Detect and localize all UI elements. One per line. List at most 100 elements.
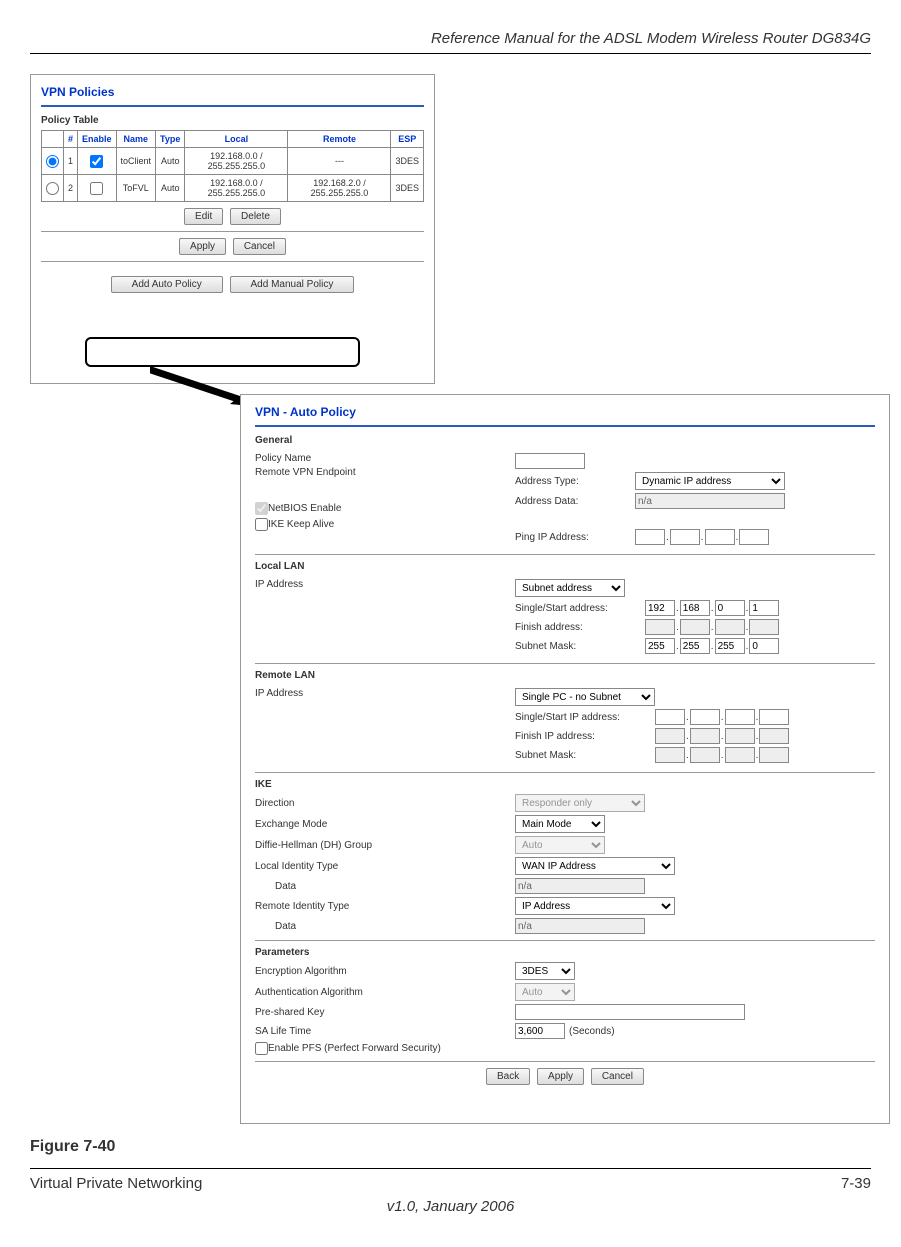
exchange-label: Exchange Mode [255, 819, 515, 830]
row-enable-checkbox[interactable] [90, 182, 103, 195]
ip-octet-input[interactable] [739, 529, 769, 545]
ip-octet-input[interactable] [725, 709, 755, 725]
ip-octet-input[interactable] [670, 529, 700, 545]
apply-button[interactable]: Apply [537, 1068, 584, 1085]
ip-octet-input[interactable] [725, 747, 755, 763]
ping-ip-group: ... [635, 529, 769, 545]
figure-caption: Figure 7-40 [30, 1138, 871, 1156]
pfs-checkbox[interactable] [255, 1042, 268, 1055]
remote-id-select[interactable]: IP Address [515, 897, 675, 915]
netbios-label: NetBIOS Enable [268, 503, 341, 514]
th-name: Name [116, 131, 156, 148]
psk-input[interactable] [515, 1004, 745, 1020]
cell-esp: 3DES [391, 148, 424, 175]
cancel-button[interactable]: Cancel [591, 1068, 644, 1085]
edit-button[interactable]: Edit [184, 208, 223, 225]
cell-local: 192.168.0.0 / 255.255.255.0 [185, 175, 288, 202]
dh-select[interactable]: Auto [515, 836, 605, 854]
ip-octet-input[interactable] [690, 728, 720, 744]
ip-octet-input[interactable] [725, 728, 755, 744]
divider [255, 554, 875, 555]
ip-octet-input[interactable] [655, 709, 685, 725]
params-head: Parameters [255, 947, 875, 958]
ike-keepalive-checkbox[interactable] [255, 518, 268, 531]
ip-octet-input[interactable] [645, 638, 675, 654]
ip-octet-input[interactable] [690, 747, 720, 763]
address-type-select[interactable]: Dynamic IP address [635, 472, 785, 490]
ip-octet-input[interactable] [759, 728, 789, 744]
ip-octet-input[interactable] [715, 638, 745, 654]
row-select-radio[interactable] [46, 155, 59, 168]
exchange-select[interactable]: Main Mode [515, 815, 605, 833]
remote-data-input[interactable] [515, 918, 645, 934]
remote-ip-label: IP Address [255, 688, 455, 699]
divider [255, 425, 875, 427]
th-num: # [64, 131, 78, 148]
ip-octet-input[interactable] [715, 600, 745, 616]
remote-ip-type-select[interactable]: Single PC - no Subnet [515, 688, 655, 706]
enc-select[interactable]: 3DES [515, 962, 575, 980]
row-enable-checkbox[interactable] [90, 155, 103, 168]
ip-octet-input[interactable] [680, 619, 710, 635]
cell-name: toClient [116, 148, 156, 175]
add-manual-policy-button[interactable]: Add Manual Policy [230, 276, 355, 293]
local-id-select[interactable]: WAN IP Address [515, 857, 675, 875]
ip-octet-input[interactable] [749, 619, 779, 635]
remote-data-label: Data [255, 921, 515, 932]
footer-version: v1.0, January 2006 [30, 1198, 871, 1215]
local-id-label: Local Identity Type [255, 861, 515, 872]
ip-octet-input[interactable] [705, 529, 735, 545]
th-enable: Enable [78, 131, 117, 148]
vpn-auto-title: VPN - Auto Policy [255, 405, 875, 419]
ip-octet-input[interactable] [759, 747, 789, 763]
local-finish-label: Finish address: [515, 622, 645, 633]
sa-input[interactable] [515, 1023, 565, 1039]
ip-octet-input[interactable] [645, 600, 675, 616]
apply-button[interactable]: Apply [179, 238, 226, 255]
policy-name-label: Policy Name [255, 453, 455, 464]
sa-label: SA Life Time [255, 1026, 515, 1037]
delete-button[interactable]: Delete [230, 208, 281, 225]
psk-label: Pre-shared Key [255, 1007, 515, 1018]
local-ip-type-select[interactable]: Subnet address [515, 579, 625, 597]
th-esp: ESP [391, 131, 424, 148]
auth-select[interactable]: Auto [515, 983, 575, 1001]
th-select [42, 131, 64, 148]
ip-octet-input[interactable] [680, 600, 710, 616]
local-data-input[interactable] [515, 878, 645, 894]
direction-select[interactable]: Responder only [515, 794, 645, 812]
vpn-auto-policy-panel: VPN - Auto Policy General Policy Name Re… [240, 394, 890, 1124]
local-mask-label: Subnet Mask: [515, 641, 645, 652]
ike-head: IKE [255, 779, 875, 790]
ip-octet-input[interactable] [715, 619, 745, 635]
ip-octet-input[interactable] [690, 709, 720, 725]
ip-octet-input[interactable] [655, 728, 685, 744]
ike-keepalive-label: IKE Keep Alive [268, 519, 334, 530]
cell-type: Auto [156, 175, 185, 202]
row-select-radio[interactable] [46, 182, 59, 195]
add-auto-policy-button[interactable]: Add Auto Policy [111, 276, 223, 293]
ip-octet-input[interactable] [680, 638, 710, 654]
ip-octet-input[interactable] [655, 747, 685, 763]
policy-name-input[interactable] [515, 453, 585, 469]
ip-octet-input[interactable] [645, 619, 675, 635]
ip-octet-input[interactable] [759, 709, 789, 725]
netbios-checkbox[interactable] [255, 502, 268, 515]
policy-table-label: Policy Table [41, 115, 424, 126]
divider [255, 772, 875, 773]
ip-octet-input[interactable] [749, 638, 779, 654]
cell-type: Auto [156, 148, 185, 175]
address-data-input[interactable] [635, 493, 785, 509]
ip-octet-input[interactable] [749, 600, 779, 616]
local-lan-head: Local LAN [255, 561, 875, 572]
cell-num: 1 [64, 148, 78, 175]
table-row: 2 ToFVL Auto 192.168.0.0 / 255.255.255.0… [42, 175, 424, 202]
callout-box [85, 337, 360, 367]
divider [41, 105, 424, 107]
ip-octet-input[interactable] [635, 529, 665, 545]
address-data-label: Address Data: [515, 496, 635, 507]
back-button[interactable]: Back [486, 1068, 530, 1085]
figure-wrap: VPN Policies Policy Table # Enable Name … [30, 74, 871, 1134]
divider [255, 940, 875, 941]
cancel-button[interactable]: Cancel [233, 238, 286, 255]
